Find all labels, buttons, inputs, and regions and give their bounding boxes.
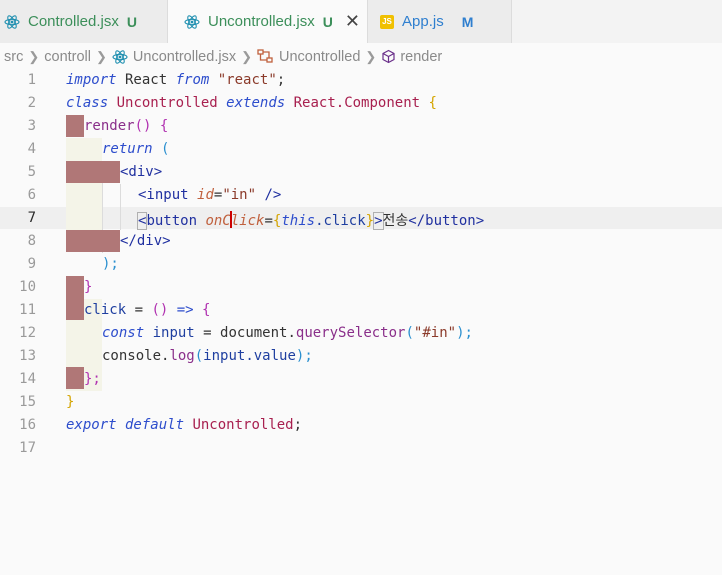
code-line: export default Uncontrolled; <box>66 417 303 433</box>
method-cube-icon <box>382 49 395 64</box>
line-number: 13 <box>19 348 36 364</box>
js-icon: JS <box>380 14 394 29</box>
class-symbol-icon <box>257 49 273 63</box>
line-number: 14 <box>19 371 36 387</box>
indent-inset <box>66 138 102 230</box>
tab-label: Controlled.jsx <box>28 13 119 30</box>
line-number: 2 <box>27 95 36 111</box>
react-icon <box>4 14 20 30</box>
line-number: 16 <box>19 417 36 433</box>
breadcrumb-src[interactable]: src <box>4 49 23 65</box>
code-line: }; <box>84 371 101 387</box>
line-number-current: 7 <box>27 210 36 226</box>
line-number: 12 <box>19 325 36 341</box>
code-editor[interactable]: 1 2 3 4 5 6 7 8 9 10 11 12 13 14 15 16 1… <box>0 69 722 575</box>
react-icon <box>112 49 128 64</box>
tab-uncontrolled[interactable]: Uncontrolled.jsx U ✕ <box>168 0 368 43</box>
breadcrumb-method[interactable]: render <box>381 49 442 65</box>
line-number: 6 <box>27 187 36 203</box>
chevron-right-icon: ❯ <box>28 48 40 64</box>
line-number: 5 <box>27 164 36 180</box>
line-number: 3 <box>27 118 36 134</box>
breadcrumb: src ❯ controll ❯ Uncontrolled.jsx ❯ Unco… <box>0 43 722 70</box>
code-line-current: <button onClick={this.click}>전송</button> <box>137 211 485 230</box>
breadcrumb-class[interactable]: Uncontrolled <box>257 49 360 65</box>
line-number: 9 <box>27 256 36 272</box>
bracket-highlight <box>66 367 84 389</box>
code-line: ); <box>102 256 119 272</box>
close-icon[interactable]: ✕ <box>345 11 360 32</box>
line-number: 4 <box>27 141 36 157</box>
line-number: 1 <box>27 72 36 88</box>
git-status-badge: U <box>322 13 333 30</box>
chevron-right-icon: ❯ <box>365 48 377 64</box>
breadcrumb-file[interactable]: Uncontrolled.jsx <box>112 49 236 65</box>
tab-app[interactable]: JS App.js M <box>368 0 512 43</box>
code-line: console.log(input.value); <box>102 348 313 364</box>
line-number: 8 <box>27 233 36 249</box>
code-line: const input = document.querySelector("#i… <box>102 325 473 341</box>
chevron-right-icon: ❯ <box>241 48 252 64</box>
tab-controlled[interactable]: Controlled.jsx U <box>0 0 168 43</box>
chevron-right-icon: ❯ <box>96 48 107 64</box>
line-number: 10 <box>19 279 36 295</box>
code-line: import React from "react"; <box>66 72 286 88</box>
line-number: 11 <box>19 302 36 318</box>
code-line: </div> <box>120 233 171 249</box>
editor-tab-bar: Controlled.jsx U Uncontrolled.jsx U ✕ JS… <box>0 0 722 43</box>
breadcrumb-controll[interactable]: controll <box>44 49 91 65</box>
bracket-highlight <box>66 230 120 252</box>
bracket-highlight <box>66 161 120 183</box>
code-line: click = () => { <box>84 302 211 318</box>
line-number: 15 <box>19 394 36 410</box>
code-line: class Uncontrolled extends React.Compone… <box>66 95 437 111</box>
git-status-badge: M <box>461 13 474 30</box>
line-number: 17 <box>19 440 36 456</box>
code-line: } <box>66 394 75 410</box>
indent-guide <box>120 184 121 230</box>
bracket-highlight <box>66 276 84 320</box>
code-line: render() { <box>84 118 169 134</box>
bracket-highlight <box>66 115 84 137</box>
tab-label: Uncontrolled.jsx <box>208 13 315 30</box>
code-line: return ( <box>102 141 170 157</box>
git-status-badge: U <box>126 13 137 30</box>
code-line: <input id="in" /> <box>138 187 282 203</box>
code-line: <div> <box>120 164 163 180</box>
tab-label: App.js <box>402 13 444 30</box>
react-icon <box>184 14 200 30</box>
code-line: } <box>84 279 93 295</box>
